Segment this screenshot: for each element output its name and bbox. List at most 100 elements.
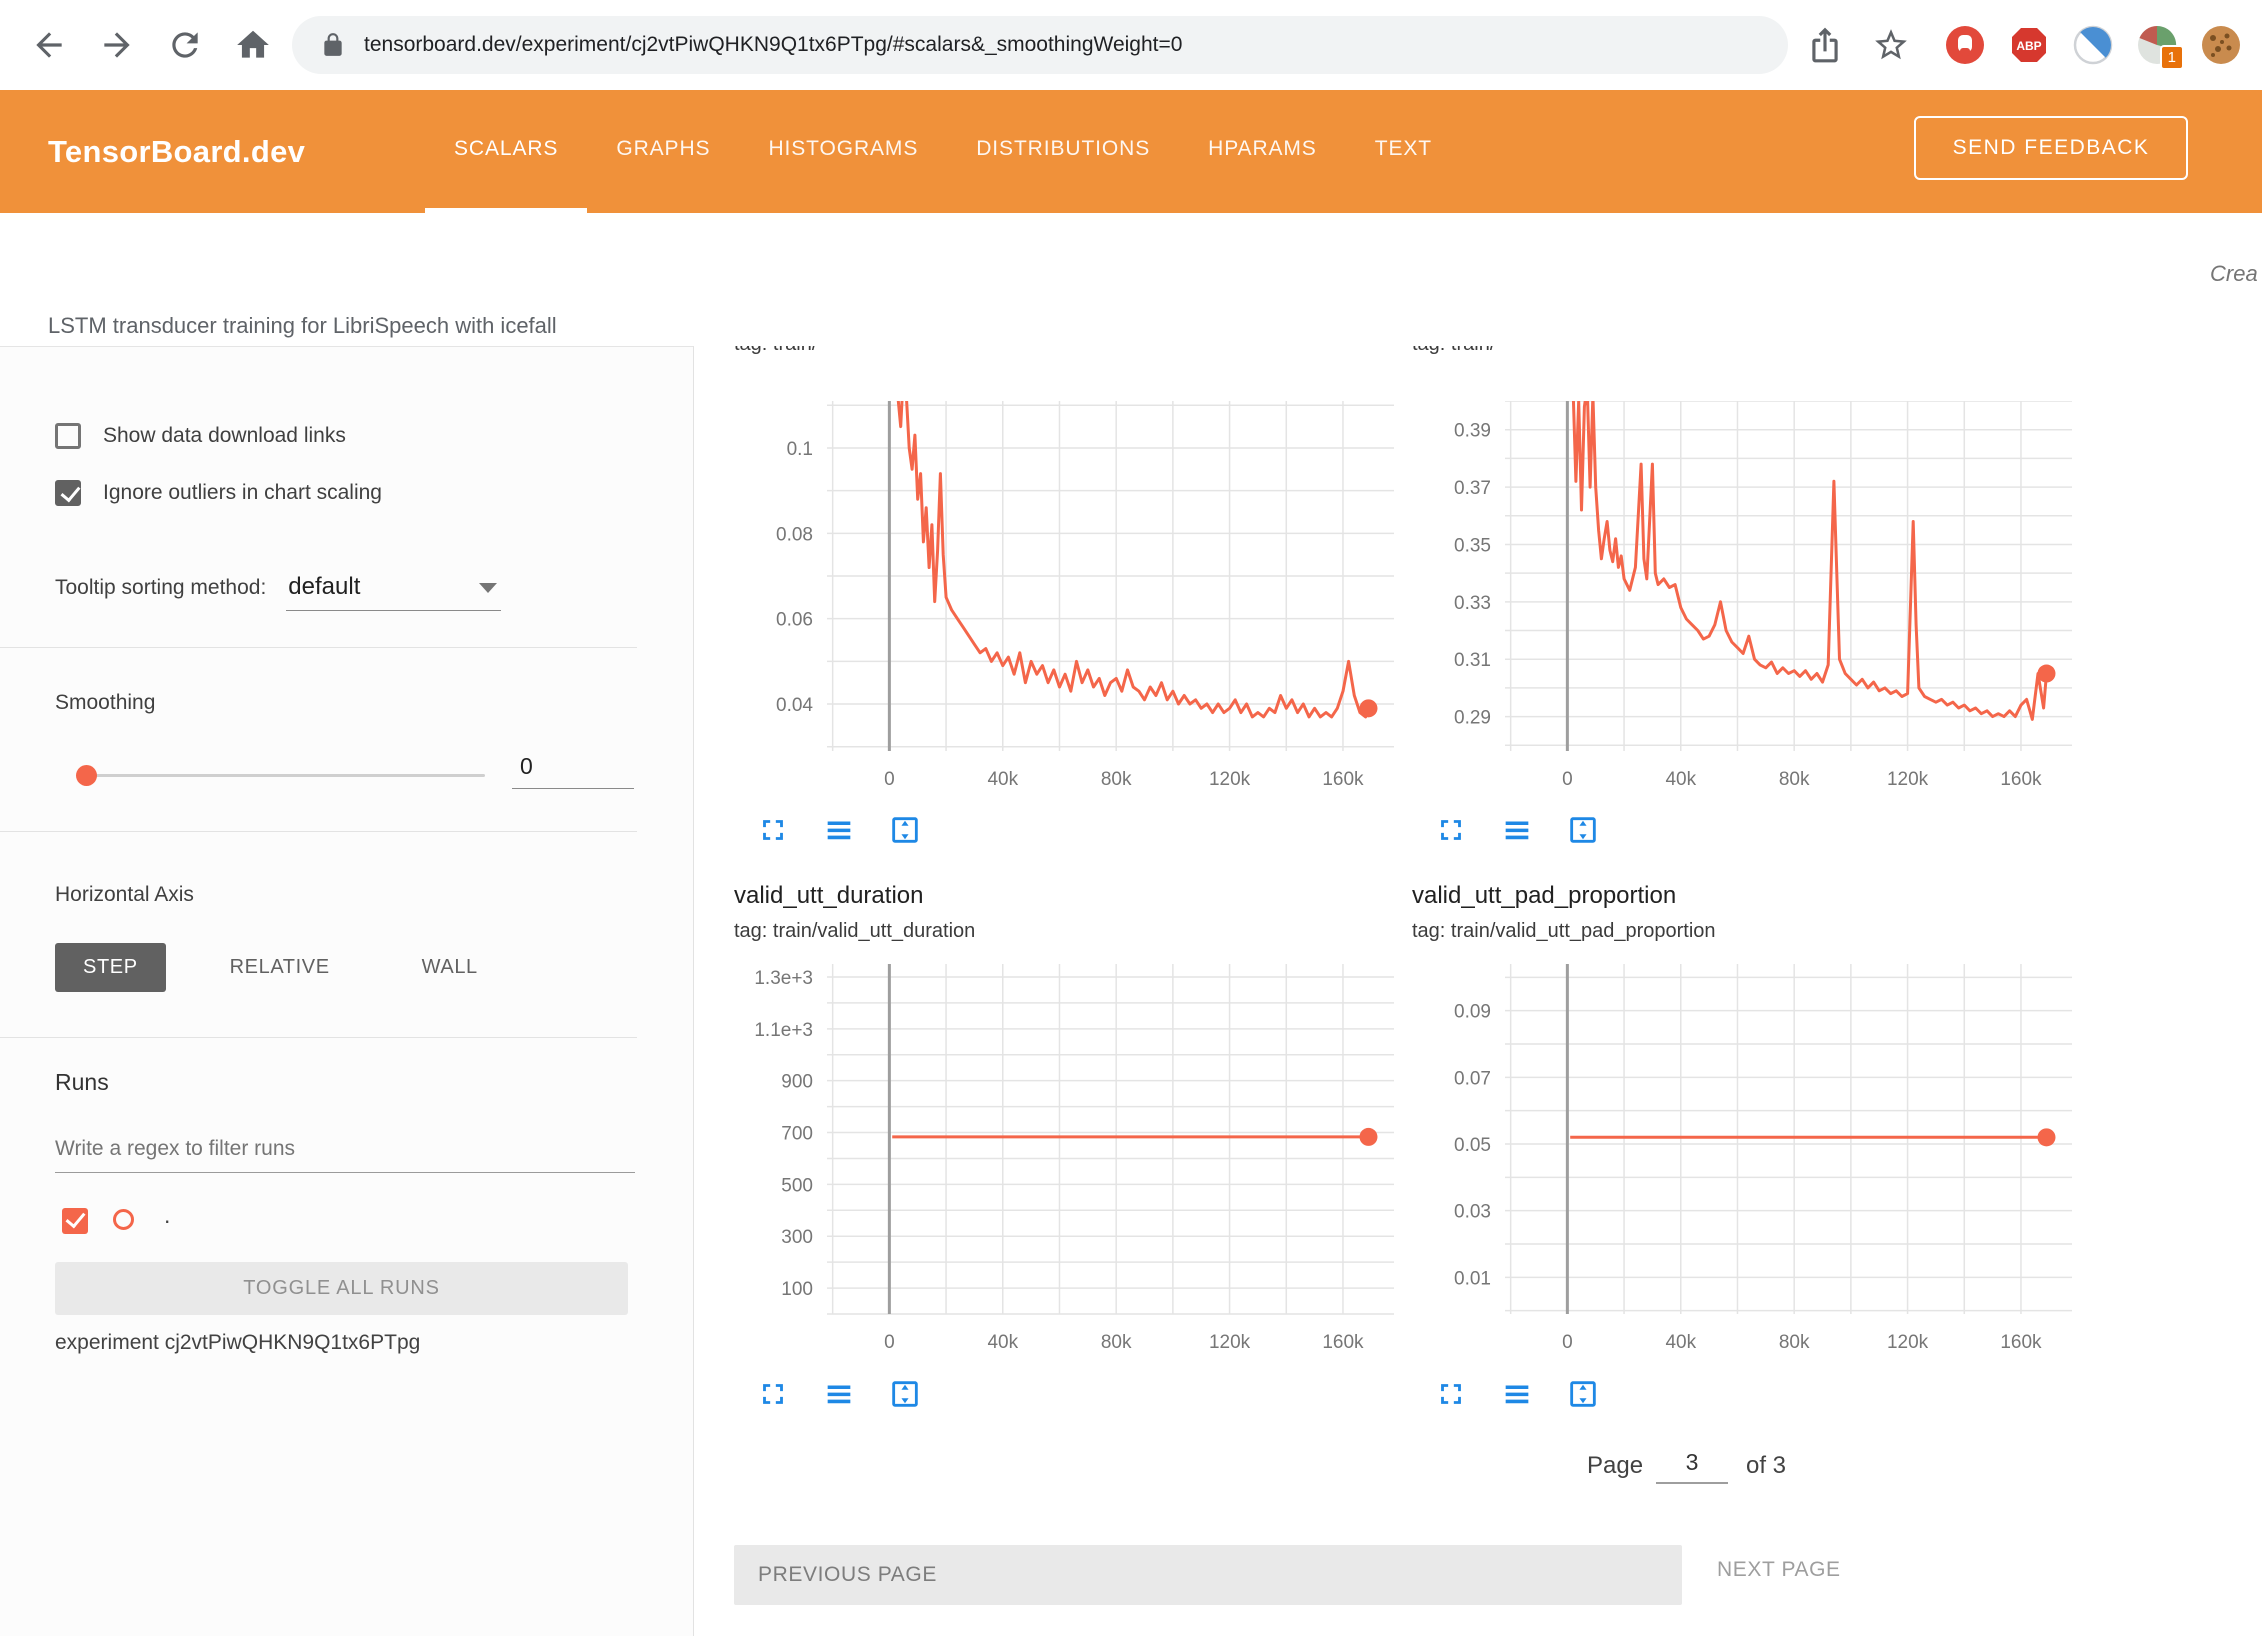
created-text: Crea [2210, 261, 2258, 287]
tab-text[interactable]: TEXT [1346, 90, 1461, 213]
tab-hparams[interactable]: HPARAMS [1179, 90, 1346, 213]
axis-step-button[interactable]: STEP [55, 943, 166, 992]
charts-area: tag: train/ tag: train/ 0.040.060.080.10… [694, 346, 2262, 1636]
ignore-outliers-checkbox[interactable] [55, 480, 81, 506]
profile-extension-icon[interactable]: 1 [2136, 24, 2178, 66]
menu-icon [1500, 813, 1534, 847]
svg-text:80k: 80k [1779, 769, 1810, 790]
runs-menu-button[interactable] [818, 810, 860, 852]
next-page-button[interactable]: NEXT PAGE [1717, 1558, 1841, 1582]
divider [0, 831, 637, 832]
svg-text:0.31: 0.31 [1454, 650, 1491, 671]
svg-text:120k: 120k [1887, 769, 1929, 790]
fit-domain-button[interactable] [1562, 1374, 1604, 1416]
chart-tag-clipped: tag: train/ [734, 346, 1194, 357]
fit-domain-button[interactable] [1562, 810, 1604, 852]
runs-menu-button[interactable] [1496, 810, 1538, 852]
svg-text:120k: 120k [1209, 769, 1251, 790]
adblock-extension-icon[interactable] [1944, 24, 1986, 66]
tooltip-sorting-dropdown[interactable]: default [286, 573, 501, 611]
smoothing-slider-thumb[interactable] [76, 765, 97, 786]
svg-text:1.1e+3: 1.1e+3 [754, 1020, 813, 1041]
settings-sidebar: Show data download links Ignore outliers… [0, 346, 694, 1636]
tooltip-sorting-label: Tooltip sorting method: [55, 576, 266, 600]
abp-label: ABP [2016, 39, 2041, 53]
svg-text:0.03: 0.03 [1454, 1202, 1491, 1223]
expand-icon [756, 813, 790, 847]
extension-count-badge: 1 [2160, 45, 2184, 70]
fit-domain-icon [1566, 1377, 1600, 1411]
scalar-chart-valid-utt-duration[interactable]: 1003005007009001.1e+31.3e+3040k80k120k16… [737, 964, 1406, 1359]
smoothing-value-input[interactable]: 0 [512, 745, 634, 789]
experiment-title: LSTM transducer training for LibriSpeech… [48, 313, 557, 339]
chart-toolbar [752, 810, 926, 852]
smoothing-slider-track[interactable] [85, 774, 485, 777]
svg-text:0.05: 0.05 [1454, 1135, 1491, 1156]
chart-toolbar [1430, 1374, 1604, 1416]
blue-extension-icon[interactable] [2072, 24, 2114, 66]
svg-text:40k: 40k [987, 1332, 1018, 1353]
share-icon [1806, 26, 1844, 64]
abp-extension-icon[interactable]: ABP [2008, 24, 2050, 66]
reload-button[interactable] [166, 26, 204, 64]
menu-icon [822, 1377, 856, 1411]
run-checkbox[interactable] [62, 1208, 88, 1234]
toggle-all-runs-button[interactable]: TOGGLE ALL RUNS [55, 1262, 628, 1315]
browser-chrome: tensorboard.dev/experiment/cj2vtPiwQHKN9… [0, 0, 2262, 90]
tab-scalars[interactable]: SCALARS [425, 90, 587, 213]
show-download-links-checkbox[interactable] [55, 423, 81, 449]
chart-title: valid_utt_pad_proportion [1412, 882, 1676, 910]
runs-menu-button[interactable] [1496, 1374, 1538, 1416]
chart-tag-text: tag: train/ [734, 346, 1194, 356]
axis-wall-button[interactable]: WALL [394, 943, 506, 992]
run-color-swatch[interactable] [113, 1209, 134, 1230]
cookie-extension-icon[interactable] [2200, 24, 2242, 66]
svg-text:0.37: 0.37 [1454, 478, 1491, 499]
expand-chart-button[interactable] [752, 810, 794, 852]
previous-page-button[interactable]: PREVIOUS PAGE [734, 1545, 1682, 1605]
scalar-chart-top-left[interactable]: 0.040.060.080.1040k80k120k160k [737, 401, 1406, 796]
fit-domain-button[interactable] [884, 1374, 926, 1416]
svg-text:0.33: 0.33 [1454, 593, 1491, 614]
expand-chart-button[interactable] [1430, 810, 1472, 852]
scalar-chart-top-right[interactable]: 0.290.310.330.350.370.39040k80k120k160k [1415, 401, 2084, 796]
scalar-chart-valid-utt-pad-proportion[interactable]: 0.010.030.050.070.09040k80k120k160k [1415, 964, 2084, 1359]
runs-section-label: Runs [55, 1069, 109, 1096]
svg-text:80k: 80k [1779, 1332, 1810, 1353]
svg-text:0.09: 0.09 [1454, 1002, 1491, 1023]
bookmark-button[interactable] [1872, 26, 1910, 64]
expand-chart-button[interactable] [752, 1374, 794, 1416]
svg-text:0.35: 0.35 [1454, 535, 1491, 556]
runs-filter-input[interactable] [55, 1125, 635, 1173]
menu-icon [822, 813, 856, 847]
back-button[interactable] [30, 26, 68, 64]
tab-histograms[interactable]: HISTOGRAMS [739, 90, 947, 213]
chart-toolbar [1430, 810, 1604, 852]
fit-domain-icon [888, 813, 922, 847]
svg-text:0.01: 0.01 [1454, 1268, 1491, 1289]
forward-button[interactable] [98, 26, 136, 64]
page-label: Page [1587, 1452, 1643, 1480]
tab-graphs[interactable]: GRAPHS [587, 90, 739, 213]
tab-distributions[interactable]: DISTRIBUTIONS [947, 90, 1179, 213]
fit-domain-button[interactable] [884, 810, 926, 852]
runs-menu-button[interactable] [818, 1374, 860, 1416]
svg-text:80k: 80k [1101, 1332, 1132, 1353]
expand-icon [1434, 813, 1468, 847]
lock-icon [320, 32, 346, 58]
axis-relative-button[interactable]: RELATIVE [202, 943, 358, 992]
smoothing-label: Smoothing [55, 691, 155, 715]
back-icon [30, 26, 68, 64]
address-bar[interactable]: tensorboard.dev/experiment/cj2vtPiwQHKN9… [292, 16, 1788, 74]
screen: tensorboard.dev/experiment/cj2vtPiwQHKN9… [0, 0, 2262, 1636]
page-number-input[interactable] [1656, 1442, 1728, 1484]
svg-text:160k: 160k [2000, 1332, 2042, 1353]
send-feedback-button[interactable]: SEND FEEDBACK [1914, 116, 2188, 180]
svg-text:120k: 120k [1887, 1332, 1929, 1353]
share-button[interactable] [1806, 26, 1844, 64]
divider [0, 647, 637, 648]
home-button[interactable] [234, 26, 272, 64]
expand-chart-button[interactable] [1430, 1374, 1472, 1416]
app-logo[interactable]: TensorBoard.dev [48, 90, 305, 213]
chart-tag: tag: train/valid_utt_duration [734, 920, 975, 943]
